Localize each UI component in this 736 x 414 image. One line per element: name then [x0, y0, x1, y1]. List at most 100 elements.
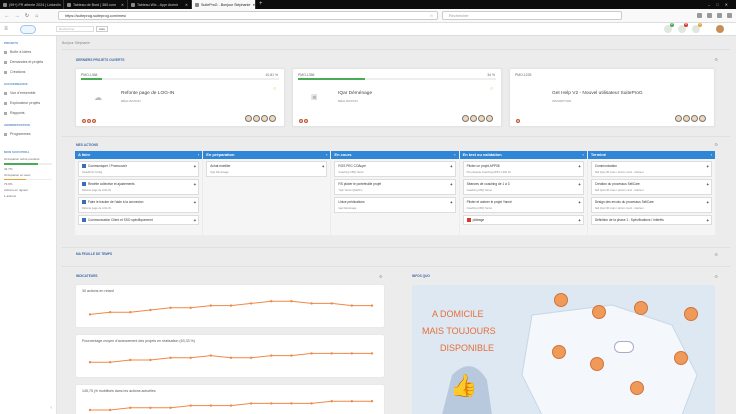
add-icon[interactable]: +: [706, 164, 709, 169]
sparkline-point: [149, 358, 152, 362]
task-card[interactable]: Communication Sell Quot 30 mars / sintron…: [590, 161, 713, 177]
add-icon[interactable]: +: [194, 182, 197, 187]
task-card[interactable]: ROS PEC COAupe Coaching CBQ Yanné +: [334, 161, 456, 177]
add-icon[interactable]: +: [578, 164, 581, 169]
close-icon[interactable]: ✕: [252, 3, 255, 7]
task-card[interactable]: Piloter un projet APP08 Pré-clausule Coac…: [462, 161, 584, 177]
add-icon[interactable]: +: [194, 200, 197, 205]
back-arrow-icon[interactable]: ←: [4, 13, 10, 19]
close-icon[interactable]: ✕: [121, 3, 124, 7]
header-notification-icons: 2 8 1: [664, 23, 702, 33]
project-card[interactable]: PMO-1368 10,81 % ☁ Refonte page de LOG-I…: [75, 68, 285, 127]
sync-icon[interactable]: [707, 13, 712, 18]
extensions-icon[interactable]: [717, 13, 722, 18]
bookmark-star-icon[interactable]: ☆: [430, 12, 433, 20]
add-icon[interactable]: +: [578, 182, 581, 187]
avatar[interactable]: [470, 115, 477, 122]
add-icon[interactable]: +: [450, 164, 453, 169]
add-icon[interactable]: +: [578, 218, 581, 223]
home-icon[interactable]: ⌂: [34, 13, 40, 19]
avatar[interactable]: [261, 115, 268, 122]
browser-tab[interactable]: Tableau de Bord | 360.com ✕: [64, 0, 128, 9]
avatar[interactable]: [245, 115, 252, 122]
avatar[interactable]: [462, 115, 469, 122]
task-card[interactable]: Recette collective et ajustements Refonte…: [78, 179, 200, 195]
task-card[interactable]: Design des envois du processus SellCare S…: [590, 197, 713, 213]
add-icon[interactable]: +: [706, 218, 709, 223]
notification-bell-icon[interactable]: 2: [664, 23, 674, 33]
sidebar-item-requests[interactable]: Demandes et projets: [0, 57, 56, 67]
window-controls[interactable]: –□✕: [708, 0, 734, 9]
hamburger-menu-icon[interactable]: ≡: [0, 26, 12, 32]
collapse-sidebar-icon[interactable]: ‹: [50, 405, 52, 411]
task-card[interactable]: Achat mobilier IQar Déménage +: [206, 161, 328, 177]
add-icon[interactable]: +: [706, 200, 709, 205]
task-card[interactable]: plâtrage +: [462, 215, 584, 225]
settings-icon[interactable]: ⚙: [379, 274, 383, 279]
add-icon[interactable]: +: [322, 164, 325, 169]
app-search-input[interactable]: Rechercher: [56, 26, 94, 32]
menu-icon[interactable]: [727, 13, 732, 18]
chevron-left-icon[interactable]: ‹: [198, 151, 199, 159]
task-card[interactable]: Unice prédications Iqar Déménage +: [334, 197, 456, 213]
task-card[interactable]: Création du processus SellCare Sell Quot …: [590, 179, 713, 195]
task-card[interactable]: Piloter et animer le projet Yanné Coachin…: [462, 197, 584, 213]
kanban-board: A faire ‹ Communiquer / Promouvoir SuitePr…: [75, 151, 716, 235]
indicator-card[interactable]: Pourcentage moyen d'avancement des proje…: [75, 334, 385, 378]
project-card[interactable]: PMO-1225 Get Help V2 - Nouvel utilisateu…: [509, 68, 715, 127]
sidebar-item-overview[interactable]: Vue d'ensemble: [0, 88, 56, 98]
close-icon[interactable]: ✕: [185, 3, 188, 7]
alert-icon[interactable]: 8: [678, 23, 688, 33]
chevron-left-icon[interactable]: ‹: [454, 151, 455, 159]
new-tab-button[interactable]: +: [256, 0, 266, 9]
chevron-left-icon[interactable]: ‹: [582, 151, 583, 159]
app-logo[interactable]: [20, 24, 36, 34]
avatar[interactable]: [486, 115, 493, 122]
task-card[interactable]: Faire le tracker de l'aide à la connexio…: [78, 197, 200, 213]
settings-icon[interactable]: ⚙: [714, 274, 718, 279]
sidebar-item-programs[interactable]: Programmes: [0, 129, 56, 139]
indicator-card[interactable]: 30 actions en retard: [75, 284, 385, 328]
avatar[interactable]: [269, 115, 276, 122]
task-card[interactable]: Définition de la phase 1 : Spécification…: [590, 215, 713, 225]
indicator-card[interactable]: 145,75 j/h mobilisés dans les actions ac…: [75, 384, 385, 414]
forward-arrow-icon[interactable]: →: [14, 13, 20, 19]
browser-tab[interactable]: (99+) FR attente 2024 | LinkedIn✕: [0, 0, 64, 9]
browser-toolbar-icons: [697, 13, 732, 18]
chevron-left-icon[interactable]: ‹: [326, 151, 327, 159]
avatar[interactable]: [683, 115, 690, 122]
settings-icon[interactable]: ⚙: [714, 142, 718, 147]
task-card[interactable]: RS piloter le portefeuille projet Yqar Ya…: [334, 179, 456, 195]
avatar[interactable]: [691, 115, 698, 122]
avatar[interactable]: [675, 115, 682, 122]
add-icon[interactable]: +: [450, 200, 453, 205]
add-icon[interactable]: +: [194, 218, 197, 223]
project-card[interactable]: PMO-1356 34 % ▣ IQar Déménage RÉALISATIO…: [292, 68, 502, 127]
url-bar[interactable]: https://suiteprog.suiteprog.com/mes/☆: [58, 11, 438, 20]
add-icon[interactable]: +: [706, 182, 709, 187]
settings-icon[interactable]: ⚙: [714, 57, 718, 62]
chevron-right-icon[interactable]: ›: [711, 151, 712, 159]
sidebar-item-ideas[interactable]: Boîte à Idées: [0, 47, 56, 57]
browser-tab-active[interactable]: SuiteProG - Bonjour Stéphanie ✕: [192, 0, 256, 9]
reload-icon[interactable]: ↻: [24, 13, 30, 19]
sidebar-item-creations[interactable]: Créations: [0, 67, 56, 77]
task-card[interactable]: Communiquer / Promouvoir SuiteProG Config…: [78, 161, 200, 177]
avatar[interactable]: [478, 115, 485, 122]
library-icon[interactable]: [697, 13, 702, 18]
search-button[interactable]: Aide: [96, 26, 108, 32]
avatar[interactable]: [699, 115, 706, 122]
user-avatar[interactable]: [716, 25, 724, 33]
add-icon[interactable]: +: [450, 182, 453, 187]
browser-search-input[interactable]: Rechercher: [442, 11, 622, 20]
sidebar-item-reports[interactable]: Rapports: [0, 108, 56, 118]
sidebar-item-explorer[interactable]: Explorateur projets: [0, 98, 56, 108]
add-icon[interactable]: +: [194, 164, 197, 169]
task-card[interactable]: Communication Client et SSO spécifiqueme…: [78, 215, 200, 225]
browser-tab[interactable]: Tableau Wix - Appr Avenir ✕: [128, 0, 192, 9]
message-icon[interactable]: 1: [692, 23, 702, 33]
avatar[interactable]: [253, 115, 260, 122]
task-card[interactable]: Séances de coaching de 1 à 3 Coaching CBQ…: [462, 179, 584, 195]
add-icon[interactable]: +: [578, 200, 581, 205]
settings-icon[interactable]: ⚙: [714, 252, 718, 257]
